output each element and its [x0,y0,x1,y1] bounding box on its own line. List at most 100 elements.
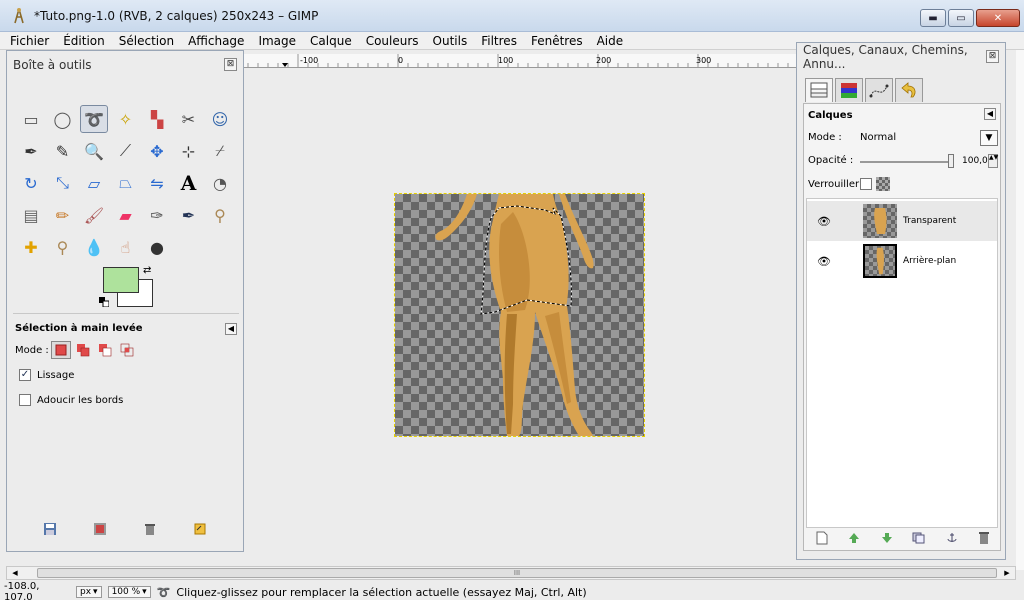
horizontal-scrollbar[interactable]: ◀ III ▶ [6,566,1016,580]
dock-close-icon[interactable]: ⊠ [986,50,999,63]
gradient-icon[interactable]: ▤ [17,201,45,229]
ink-icon[interactable]: ✒ [175,201,203,229]
eye-icon[interactable]: 👁 [815,255,833,268]
fuzzy-select-icon[interactable]: ✧ [112,105,140,133]
menu-image[interactable]: Image [258,34,296,48]
text-icon[interactable]: A [175,169,203,197]
color-select-icon[interactable]: ▚ [143,105,171,133]
layers-dock: Calques, Canaux, Chemins, Annu... ⊠ Calq… [796,42,1006,560]
layer-name: Transparent [903,216,957,226]
dodge-burn-icon[interactable]: ● [143,233,171,261]
ellipse-select-icon[interactable]: ◯ [49,105,77,133]
perspective-icon[interactable]: ⏢ [112,169,140,197]
color-picker-icon[interactable]: ✎ [49,137,77,165]
layer-mode-label: Mode : [808,132,842,143]
dock-header: Calques, Canaux, Chemins, Annu... ⊠ [797,43,1005,71]
delete-options-icon[interactable] [142,521,158,537]
new-layer-icon[interactable] [814,530,830,546]
layer-mode-value[interactable]: Normal [860,132,896,143]
paths-icon[interactable]: ✒ [17,137,45,165]
scroll-left-icon[interactable]: ◀ [9,568,21,578]
menu-calque[interactable]: Calque [310,34,352,48]
smudge-icon[interactable]: ☝ [112,233,140,261]
toolbox-close-icon[interactable]: ⊠ [224,58,237,71]
foreground-select-icon[interactable]: ☺ [206,105,234,133]
minimize-button[interactable]: ▬ [920,9,946,27]
vertical-ruler[interactable] [1016,50,1024,570]
rotate-icon[interactable]: ↻ [17,169,45,197]
maximize-button[interactable]: ▭ [948,9,974,27]
close-button[interactable]: ✕ [976,9,1020,27]
scrollbar-thumb[interactable]: III [37,568,997,578]
layer-mode-dropdown[interactable]: ▼ [980,130,998,146]
delete-layer-icon[interactable] [976,530,992,546]
measure-icon[interactable]: ⟋ [112,137,140,165]
scale-icon[interactable]: ⤡ [49,169,77,197]
units-value: px [80,587,92,597]
layer-row[interactable]: 👁 Transparent [807,201,997,241]
bucket-fill-icon[interactable]: ◔ [206,169,234,197]
opacity-spinner[interactable]: ▲▼ [988,154,998,168]
eraser-icon[interactable]: ▰ [112,201,140,229]
mode-subtract-icon[interactable] [95,341,115,359]
lower-layer-icon[interactable] [879,530,895,546]
window-title: *Tuto.png-1.0 (RVB, 2 calques) 250x243 –… [34,8,319,23]
image-canvas[interactable] [394,193,645,437]
flip-icon[interactable]: ⇋ [143,169,171,197]
opacity-slider-handle[interactable] [948,154,954,168]
opacity-value[interactable]: 100,0 [962,156,988,166]
restore-options-icon[interactable] [92,521,108,537]
menu-selection[interactable]: Sélection [119,34,174,48]
reset-options-icon[interactable] [192,521,208,537]
menu-couleurs[interactable]: Couleurs [366,34,419,48]
rect-select-icon[interactable]: ▭ [17,105,45,133]
pencil-icon[interactable]: ✏ [49,201,77,229]
lock-alpha-checkbox[interactable] [860,178,872,190]
save-options-icon[interactable] [42,521,58,537]
perspective-clone-icon[interactable]: ⚲ [49,233,77,261]
foreground-color[interactable] [103,267,139,293]
scroll-right-icon[interactable]: ▶ [1001,568,1013,578]
reset-colors-icon[interactable] [99,297,109,307]
swap-colors-icon[interactable]: ⇄ [143,265,151,276]
mode-replace-icon[interactable] [50,341,71,359]
raise-layer-icon[interactable] [846,530,862,546]
paintbrush-icon[interactable]: 🖌 [80,201,108,229]
blur-icon[interactable]: 💧 [80,233,108,261]
menu-affichage[interactable]: Affichage [188,34,244,48]
clone-icon[interactable]: ⚲ [206,201,234,229]
airbrush-icon[interactable]: ✑ [143,201,171,229]
menu-edition[interactable]: Édition [63,34,105,48]
tab-paths[interactable] [865,78,893,102]
menu-aide[interactable]: Aide [597,34,624,48]
eye-icon[interactable]: 👁 [815,215,833,228]
menu-filtres[interactable]: Filtres [481,34,517,48]
antialias-checkbox[interactable]: ✓ [19,369,31,381]
menu-outils[interactable]: Outils [433,34,468,48]
scissors-icon[interactable]: ✂ [175,105,203,133]
anchor-layer-icon[interactable] [944,530,960,546]
shear-icon[interactable]: ▱ [80,169,108,197]
free-select-icon[interactable]: ➰ [80,105,108,133]
crop-icon[interactable]: ⌿ [206,137,234,165]
layers-menu-icon[interactable]: ◀ [984,108,996,120]
menu-fenetres[interactable]: Fenêtres [531,34,583,48]
mode-add-icon[interactable] [73,341,93,359]
units-dropdown[interactable]: px ▾ [76,586,102,598]
mode-intersect-icon[interactable] [117,341,137,359]
zoom-dropdown[interactable]: 100 % ▾ [107,586,151,598]
duplicate-layer-icon[interactable] [911,530,927,546]
chevron-down-icon: ▾ [142,587,147,597]
feather-checkbox[interactable] [19,394,31,406]
move-icon[interactable]: ✥ [143,137,171,165]
tab-undo[interactable] [895,78,923,102]
zoom-icon[interactable]: 🔍 [80,137,108,165]
menu-fichier[interactable]: Fichier [10,34,49,48]
layer-row[interactable]: 👁 Arrière-plan [807,241,997,281]
heal-icon[interactable]: ✚ [17,233,45,261]
tab-channels[interactable] [835,78,863,102]
options-menu-icon[interactable]: ◀ [225,323,237,335]
tab-layers[interactable] [805,78,833,102]
align-icon[interactable]: ⊹ [175,137,203,165]
opacity-slider[interactable] [860,161,954,163]
